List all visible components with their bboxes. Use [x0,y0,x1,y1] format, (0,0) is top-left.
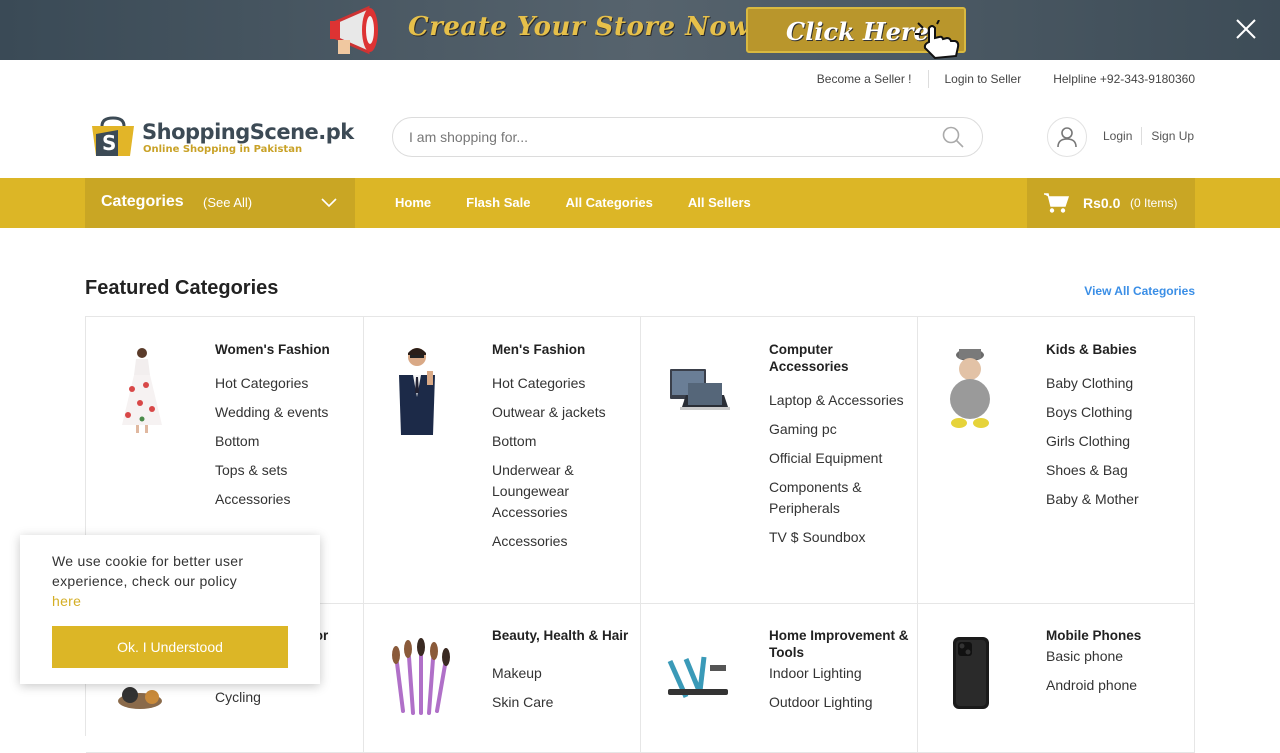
category-name[interactable]: Women's Fashion [215,341,355,358]
list-item[interactable]: Outwear & jackets [492,402,627,423]
nav-home[interactable]: Home [395,195,431,210]
subcategory-list: Cycling [215,687,350,716]
list-item[interactable]: Android phone [1046,675,1181,696]
category-name[interactable]: Home Improvement & Tools [769,627,909,661]
makeup-brushes-image [392,638,450,715]
category-card[interactable]: Mobile Phones Basic phone Android phone [917,603,1195,753]
list-item[interactable]: Laptop & Accessories [769,390,904,411]
subcategory-list: Basic phone Android phone [1046,646,1181,704]
list-item[interactable]: Hot Categories [492,373,627,394]
list-item[interactable]: Baby & Mother [1046,489,1181,510]
list-item[interactable]: Makeup [492,663,627,684]
baby-image [950,349,990,428]
cart-icon [1044,193,1069,213]
pointing-hand-icon [915,20,960,60]
see-all-label: (See All) [203,195,253,210]
categories-label: Categories [101,193,184,210]
cookie-text: We use cookie for better user experience… [52,553,244,589]
search-input[interactable] [409,118,929,156]
view-all-categories-link[interactable]: View All Categories [1084,284,1195,298]
category-card[interactable]: Beauty, Health & Hair Makeup Skin Care [363,603,641,753]
cookie-banner: We use cookie for better user experience… [20,535,320,684]
list-item[interactable]: Cycling [215,687,350,708]
subcategory-list: Hot Categories Wedding & events Bottom T… [215,373,350,518]
nav-all-sellers[interactable]: All Sellers [688,195,751,210]
cart-button[interactable]: Rs0.0 (0 Items) [1027,178,1195,228]
logo-tagline: Online Shopping in Pakistan [143,144,303,155]
become-seller-link[interactable]: Become a Seller ! [801,70,928,88]
close-icon[interactable] [1234,17,1258,41]
logo-name: ShoppingScene.pk [142,120,354,144]
category-name[interactable]: Mobile Phones [1046,627,1186,644]
account-avatar[interactable] [1047,117,1087,157]
computer-image [670,369,730,410]
list-item[interactable]: Shoes & Bag [1046,460,1181,481]
list-item[interactable]: Gaming pc [769,419,904,440]
promo-banner[interactable]: Create Your Store Now Free Click Here [0,0,1280,60]
auth-links: Login Sign Up [1103,127,1194,145]
list-item[interactable]: Indoor Lighting [769,663,904,684]
search-icon[interactable] [942,126,964,148]
dress-image [122,348,162,433]
shopping-bag-logo-icon: S [92,116,134,156]
list-item[interactable]: Underwear & Loungewear Accessories [492,460,627,523]
tools-image [667,656,728,699]
search-bar [392,117,983,157]
nav-flash-sale[interactable]: Flash Sale [466,195,530,210]
list-item[interactable]: Baby Clothing [1046,373,1181,394]
category-card[interactable]: Kids & Babies Baby Clothing Boys Clothin… [917,317,1195,604]
category-name[interactable]: Beauty, Health & Hair [492,627,632,644]
suit-man-image [399,348,435,435]
helpline-text: Helpline +92-343-9180360 [1053,72,1195,86]
list-item[interactable]: Bottom [215,431,350,452]
svg-text:S: S [102,131,116,155]
signup-link[interactable]: Sign Up [1151,129,1194,143]
subcategory-list: Makeup Skin Care [492,663,627,721]
cookie-accept-button[interactable]: Ok. I Understood [52,626,288,668]
cookie-policy-link[interactable]: here [52,593,81,609]
list-item[interactable]: Official Equipment [769,448,904,469]
category-card[interactable]: Men's Fashion Hot Categories Outwear & j… [363,317,641,604]
list-item[interactable]: Skin Care [492,692,627,713]
subcategory-list: Laptop & Accessories Gaming pc Official … [769,390,904,556]
subcategory-list: Hot Categories Outwear & jackets Bottom … [492,373,627,560]
list-item[interactable]: Accessories [492,531,627,552]
list-item[interactable]: Girls Clothing [1046,431,1181,452]
user-icon [1057,127,1077,148]
cookie-message: We use cookie for better user experience… [52,551,302,611]
list-item[interactable]: Wedding & events [215,402,350,423]
megaphone-icon [330,5,378,55]
cart-amount: Rs0.0 [1083,195,1121,211]
list-item[interactable]: Basic phone [1046,646,1181,667]
list-item[interactable]: Boys Clothing [1046,402,1181,423]
subcategory-list: Indoor Lighting Outdoor Lighting [769,663,904,721]
list-item[interactable]: TV $ Soundbox [769,527,904,548]
login-link[interactable]: Login [1103,129,1132,143]
category-name[interactable]: Men's Fashion [492,341,632,358]
subcategory-list: Baby Clothing Boys Clothing Girls Clothi… [1046,373,1181,518]
category-card[interactable]: Computer Accessories Laptop & Accessorie… [640,317,918,604]
categories-dropdown[interactable]: Categories (See All) [85,178,355,228]
list-item[interactable]: Bottom [492,431,627,452]
category-name[interactable]: Computer Accessories [769,341,909,375]
smartphone-image [953,637,989,709]
click-here-label: Click Here [786,17,929,46]
top-links: Become a Seller ! Login to Seller Helpli… [801,70,1195,88]
divider [1141,127,1143,145]
list-item[interactable]: Accessories [215,489,350,510]
chevron-down-icon [321,198,337,208]
nav-links: Home Flash Sale All Categories All Selle… [395,195,786,210]
list-item[interactable]: Hot Categories [215,373,350,394]
cart-item-count: (0 Items) [1130,196,1178,210]
logo[interactable]: S ShoppingScene.pk Online Shopping in Pa… [88,116,354,160]
main-nav: Categories (See All) Home Flash Sale All… [0,178,1280,228]
section-title: Featured Categories [85,277,279,299]
list-item[interactable]: Components & Peripherals [769,477,904,519]
list-item[interactable]: Outdoor Lighting [769,692,904,713]
list-item[interactable]: Tops & sets [215,460,350,481]
category-name[interactable]: Kids & Babies [1046,341,1186,358]
nav-all-categories[interactable]: All Categories [565,195,652,210]
login-seller-link[interactable]: Login to Seller [929,70,1038,88]
category-card[interactable]: Home Improvement & Tools Indoor Lighting… [640,603,918,753]
